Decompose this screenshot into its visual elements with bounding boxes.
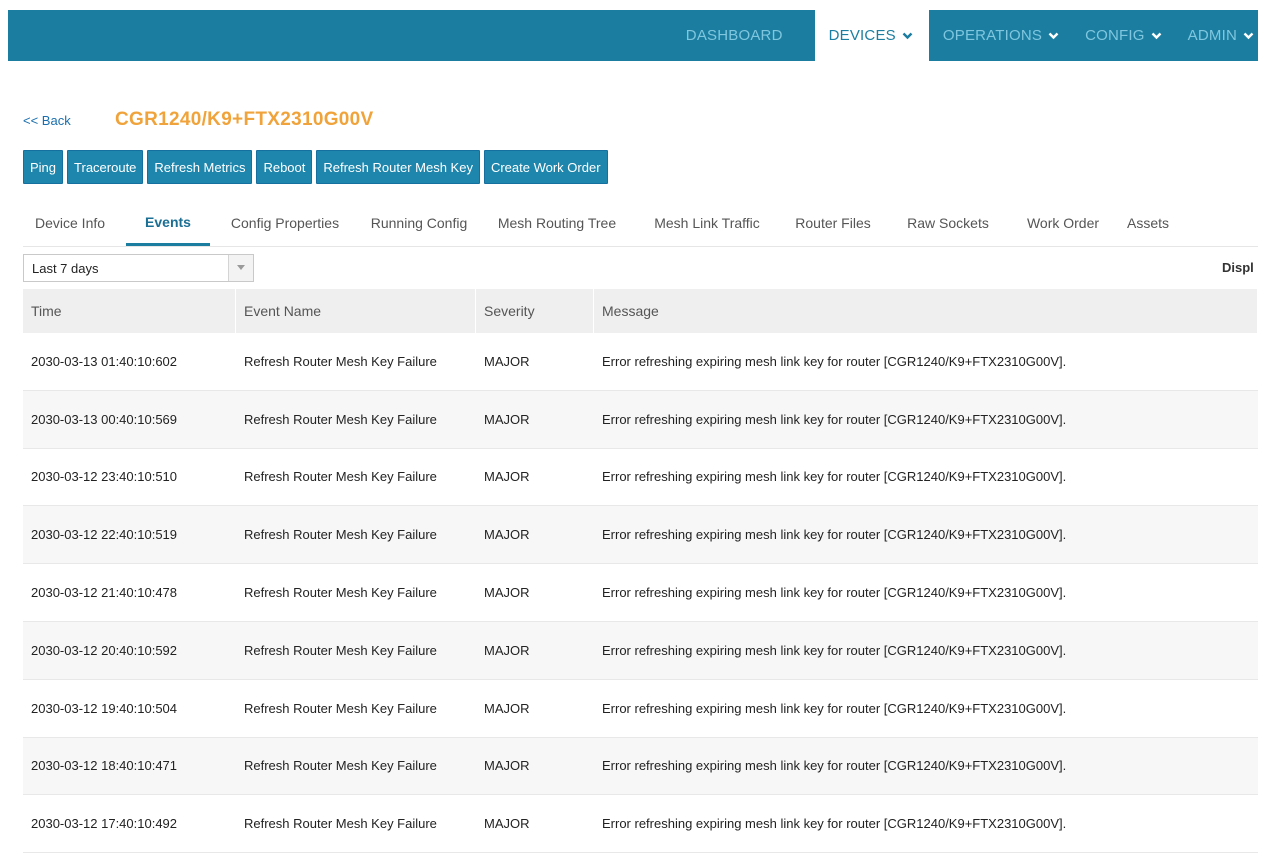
nav-operations-label: OPERATIONS bbox=[942, 27, 1043, 44]
cell-severity: MAJOR bbox=[484, 700, 530, 716]
table-row[interactable]: 2030-03-13 00:40:10:569 Refresh Router M… bbox=[23, 390, 1258, 449]
top-navigation-bar: DASHBOARD DEVICES OPERATIONS CONFIG ADMI… bbox=[8, 10, 1258, 61]
table-row[interactable]: 2030-03-12 20:40:10:592 Refresh Router M… bbox=[23, 621, 1258, 680]
tab-mesh-routing-tree[interactable]: Mesh Routing Tree bbox=[478, 200, 636, 246]
cell-message: Error refreshing expiring mesh link key … bbox=[602, 642, 1067, 658]
cell-severity: MAJOR bbox=[484, 642, 530, 658]
cell-severity: MAJOR bbox=[484, 527, 530, 543]
table-row[interactable]: 2030-03-12 22:40:10:519 Refresh Router M… bbox=[23, 506, 1258, 565]
cell-time: 2030-03-12 19:40:10:504 bbox=[31, 700, 178, 716]
cell-event-name: Refresh Router Mesh Key Failure bbox=[244, 353, 437, 369]
cell-time: 2030-03-12 17:40:10:492 bbox=[31, 816, 178, 832]
cell-event-name: Refresh Router Mesh Key Failure bbox=[244, 758, 437, 774]
column-header-time[interactable]: Time bbox=[23, 289, 236, 333]
nav-devices[interactable]: DEVICES bbox=[814, 10, 929, 61]
cell-event-name: Refresh Router Mesh Key Failure bbox=[244, 469, 437, 485]
chevron-down-icon bbox=[1048, 30, 1059, 41]
cell-severity: MAJOR bbox=[484, 469, 530, 485]
time-range-select[interactable]: Last 7 days bbox=[23, 254, 254, 282]
tab-device-info[interactable]: Device Info bbox=[23, 200, 126, 246]
cell-time: 2030-03-13 01:40:10:602 bbox=[31, 353, 178, 369]
table-row[interactable]: 2030-03-12 23:40:10:510 Refresh Router M… bbox=[23, 449, 1258, 507]
cell-time: 2030-03-12 22:40:10:519 bbox=[31, 527, 178, 543]
cell-event-name: Refresh Router Mesh Key Failure bbox=[244, 411, 437, 427]
table-row[interactable]: 2030-03-12 21:40:10:478 Refresh Router M… bbox=[23, 564, 1258, 622]
nav-devices-label: DEVICES bbox=[828, 27, 896, 44]
tab-assets[interactable]: Assets bbox=[1118, 200, 1178, 246]
table-header: Time Event Name Severity Message bbox=[23, 289, 1258, 333]
cell-severity: MAJOR bbox=[484, 758, 530, 774]
cell-message: Error refreshing expiring mesh link key … bbox=[602, 353, 1067, 369]
cell-severity: MAJOR bbox=[484, 816, 530, 832]
select-arrow-icon bbox=[228, 255, 253, 281]
nav-dashboard-label: DASHBOARD bbox=[685, 27, 783, 44]
table-body: 2030-03-13 01:40:10:602 Refresh Router M… bbox=[23, 333, 1258, 853]
traceroute-button[interactable]: Traceroute bbox=[67, 150, 144, 184]
tab-mesh-link-traffic[interactable]: Mesh Link Traffic bbox=[636, 200, 778, 246]
tab-work-order[interactable]: Work Order bbox=[1008, 200, 1118, 246]
cell-message: Error refreshing expiring mesh link key … bbox=[602, 469, 1067, 485]
nav-config[interactable]: CONFIG bbox=[1071, 10, 1174, 61]
chevron-down-icon bbox=[902, 30, 913, 41]
cell-severity: MAJOR bbox=[484, 353, 530, 369]
cell-event-name: Refresh Router Mesh Key Failure bbox=[244, 816, 437, 832]
action-toolbar: Ping Traceroute Refresh Metrics Reboot R… bbox=[23, 150, 608, 184]
cell-severity: MAJOR bbox=[484, 411, 530, 427]
time-range-value: Last 7 days bbox=[32, 261, 99, 276]
display-count-label: Displ bbox=[1222, 260, 1254, 275]
table-row[interactable]: 2030-03-12 18:40:10:471 Refresh Router M… bbox=[23, 737, 1258, 796]
cell-event-name: Refresh Router Mesh Key Failure bbox=[244, 585, 437, 601]
tab-raw-sockets[interactable]: Raw Sockets bbox=[888, 200, 1008, 246]
table-row[interactable]: 2030-03-13 01:40:10:602 Refresh Router M… bbox=[23, 333, 1258, 391]
refresh-metrics-button[interactable]: Refresh Metrics bbox=[147, 150, 253, 184]
column-header-message[interactable]: Message bbox=[594, 289, 1258, 333]
cell-time: 2030-03-12 23:40:10:510 bbox=[31, 469, 178, 485]
cell-message: Error refreshing expiring mesh link key … bbox=[602, 816, 1067, 832]
cell-message: Error refreshing expiring mesh link key … bbox=[602, 411, 1067, 427]
create-work-order-button[interactable]: Create Work Order bbox=[483, 150, 608, 184]
tab-running-config[interactable]: Running Config bbox=[360, 200, 478, 246]
cell-time: 2030-03-12 20:40:10:592 bbox=[31, 642, 178, 658]
device-tabs: Device Info Events Config Properties Run… bbox=[23, 200, 1178, 246]
cell-message: Error refreshing expiring mesh link key … bbox=[602, 585, 1067, 601]
nav-operations[interactable]: OPERATIONS bbox=[929, 10, 1071, 61]
reboot-button[interactable]: Reboot bbox=[256, 150, 313, 184]
column-header-severity[interactable]: Severity bbox=[476, 289, 594, 333]
nav-admin-label: ADMIN bbox=[1187, 27, 1237, 44]
tabs-divider bbox=[23, 246, 1258, 247]
back-link[interactable]: << Back bbox=[23, 113, 71, 128]
table-row[interactable]: 2030-03-12 19:40:10:504 Refresh Router M… bbox=[23, 680, 1258, 738]
cell-event-name: Refresh Router Mesh Key Failure bbox=[244, 527, 437, 543]
tab-router-files[interactable]: Router Files bbox=[778, 200, 888, 246]
main-nav: DASHBOARD DEVICES OPERATIONS CONFIG ADMI… bbox=[666, 10, 1258, 61]
cell-time: 2030-03-12 21:40:10:478 bbox=[31, 585, 178, 601]
cell-message: Error refreshing expiring mesh link key … bbox=[602, 527, 1067, 543]
chevron-down-icon bbox=[1243, 30, 1254, 41]
cell-time: 2030-03-12 18:40:10:471 bbox=[31, 758, 178, 774]
cell-message: Error refreshing expiring mesh link key … bbox=[602, 758, 1067, 774]
nav-dashboard[interactable]: DASHBOARD bbox=[666, 10, 815, 61]
refresh-router-mesh-key-button[interactable]: Refresh Router Mesh Key bbox=[316, 150, 480, 184]
tab-config-properties[interactable]: Config Properties bbox=[210, 200, 360, 246]
chevron-down-icon bbox=[1151, 30, 1162, 41]
cell-message: Error refreshing expiring mesh link key … bbox=[602, 700, 1067, 716]
nav-config-label: CONFIG bbox=[1085, 27, 1145, 44]
page-title: CGR1240/K9+FTX2310G00V bbox=[115, 109, 374, 130]
cell-event-name: Refresh Router Mesh Key Failure bbox=[244, 642, 437, 658]
events-table: Time Event Name Severity Message 2030-03… bbox=[23, 289, 1258, 853]
cell-event-name: Refresh Router Mesh Key Failure bbox=[244, 700, 437, 716]
nav-admin[interactable]: ADMIN bbox=[1174, 10, 1258, 61]
table-row[interactable]: 2030-03-12 17:40:10:492 Refresh Router M… bbox=[23, 795, 1258, 853]
tab-events[interactable]: Events bbox=[126, 200, 210, 246]
ping-button[interactable]: Ping bbox=[23, 150, 64, 184]
column-header-event-name[interactable]: Event Name bbox=[236, 289, 476, 333]
cell-time: 2030-03-13 00:40:10:569 bbox=[31, 411, 178, 427]
cell-severity: MAJOR bbox=[484, 585, 530, 601]
